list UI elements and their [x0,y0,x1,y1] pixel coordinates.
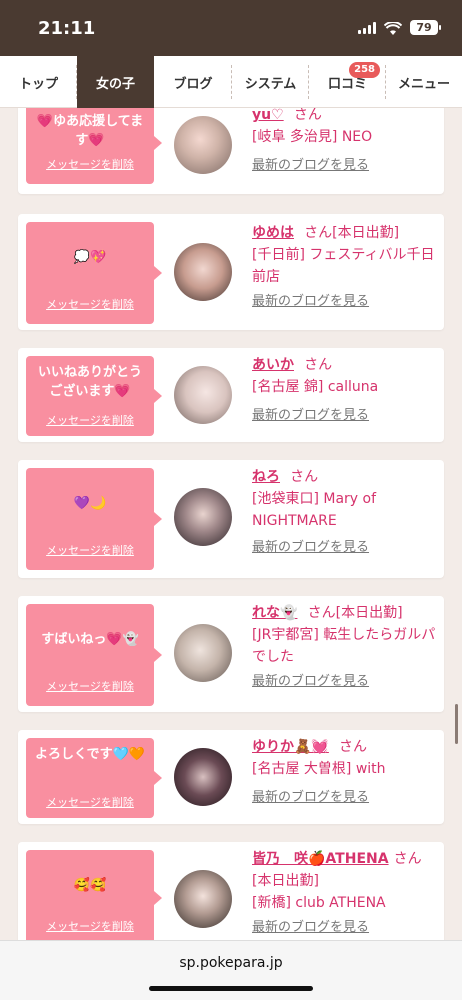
girl-name[interactable]: 皆乃 咲🍎ATHENA [252,851,389,867]
latest-blog-link[interactable]: 最新のブログを見る [252,788,438,808]
message-text: すばいねっ💗👻 [41,632,139,647]
message-text: いいねありがとうございます💗 [37,365,142,399]
url-text[interactable]: sp.pokepara.jp [0,955,462,971]
tab-top[interactable]: トップ [0,56,77,108]
shop-name: [JR宇都宮] 転生したらガルパでした [252,627,436,665]
latest-blog-link[interactable]: 最新のブログを見る [252,292,438,312]
avatar[interactable] [174,870,232,928]
latest-blog-link[interactable]: 最新のブログを見る [252,672,438,692]
clock: 21:11 [38,18,96,39]
status-icons: 79 [358,20,441,35]
tab-girls[interactable]: 女の子 [77,56,154,108]
girl-info: yu♡ さん [岐阜 多治見] NEO 最新のブログを見る [252,108,438,176]
tab-system[interactable]: システム [232,56,309,108]
list-item: 💭💖 メッセージを削除 ゆめは さん[本日出勤] [千日前] フェスティバル千日… [18,214,444,330]
latest-blog-link[interactable]: 最新のブログを見る [252,406,438,426]
list-item: 🥰🥰 メッセージを削除 皆乃 咲🍎ATHENA さん[本日出勤] [新橋] cl… [18,842,444,940]
wifi-icon [383,20,403,35]
latest-blog-link[interactable]: 最新のブログを見る [252,918,438,938]
message-text: 💭💖 [73,250,107,265]
delete-message-link[interactable]: メッセージを削除 [26,918,154,934]
shop-name: [千日前] フェスティバル千日前店 [252,247,435,285]
girl-name[interactable]: れな👻 [252,605,297,621]
girl-info: ゆめは さん[本日出勤] [千日前] フェスティバル千日前店 最新のブログを見る [252,222,438,312]
tab-reviews[interactable]: 口コミ 258 [309,56,386,108]
avatar[interactable] [174,366,232,424]
delete-message-link[interactable]: メッセージを削除 [26,794,154,810]
scrollbar[interactable] [455,704,458,744]
list-item: よろしくです🩵🧡 メッセージを削除 ゆりか🧸💓 さん [名古屋 大曽根] wit… [18,730,444,824]
avatar[interactable] [174,748,232,806]
signal-icon [358,21,376,34]
avatar[interactable] [174,116,232,174]
reviews-count-badge: 258 [349,62,380,78]
browser-address-bar: sp.pokepara.jp [0,940,462,1000]
list-item: いいねありがとうございます💗 メッセージを削除 あいか さん [名古屋 錦] c… [18,348,444,442]
girl-name[interactable]: あいか [252,357,294,373]
girl-info: れな👻 さん[本日出勤] [JR宇都宮] 転生したらガルパでした 最新のブログを… [252,602,438,692]
delete-message-link[interactable]: メッセージを削除 [26,678,154,694]
shop-name: [池袋東口] Mary of NIGHTMARE [252,491,377,529]
list-item: 💜🌙 メッセージを削除 ねろ さん [池袋東口] Mary of NIGHTMA… [18,460,444,578]
delete-message-link[interactable]: メッセージを削除 [26,156,154,172]
girl-name[interactable]: ねろ [252,469,280,485]
girl-info: 皆乃 咲🍎ATHENA さん[本日出勤] [新橋] club ATHENA 最新… [252,848,438,938]
message-text: よろしくです🩵🧡 [35,747,145,762]
message-bubble: 💜🌙 メッセージを削除 [26,468,162,570]
message-text: 🥰🥰 [73,878,107,893]
tab-blog[interactable]: ブログ [154,56,232,108]
girl-info: あいか さん [名古屋 錦] calluna 最新のブログを見る [252,354,438,426]
latest-blog-link[interactable]: 最新のブログを見る [252,538,438,558]
girl-info: ねろ さん [池袋東口] Mary of NIGHTMARE 最新のブログを見る [252,466,438,558]
shop-name: [名古屋 錦] calluna [252,379,379,395]
message-list: 💗ゆあ応援してます💗 メッセージを削除 yu♡ さん [岐阜 多治見] NEO … [0,108,462,940]
home-indicator[interactable] [149,986,313,991]
message-bubble: よろしくです🩵🧡 メッセージを削除 [26,738,162,818]
message-text: 💗ゆあ応援してます💗 [36,114,144,148]
message-bubble: 🥰🥰 メッセージを削除 [26,850,162,940]
message-bubble: 💭💖 メッセージを削除 [26,222,162,324]
list-item: すばいねっ💗👻 メッセージを削除 れな👻 さん[本日出勤] [JR宇都宮] 転生… [18,596,444,712]
message-bubble: すばいねっ💗👻 メッセージを削除 [26,604,162,706]
list-item: 💗ゆあ応援してます💗 メッセージを削除 yu♡ さん [岐阜 多治見] NEO … [18,108,444,194]
avatar[interactable] [174,243,232,301]
girl-info: ゆりか🧸💓 さん [名古屋 大曽根] with 最新のブログを見る [252,736,438,808]
tab-menu[interactable]: メニュー [386,56,462,108]
latest-blog-link[interactable]: 最新のブログを見る [252,156,438,176]
message-text: 💜🌙 [73,496,107,511]
girl-name[interactable]: yu♡ [252,108,284,123]
delete-message-link[interactable]: メッセージを削除 [26,412,154,428]
delete-message-link[interactable]: メッセージを削除 [26,296,154,312]
status-bar: 21:11 79 [0,0,462,56]
message-bubble: いいねありがとうございます💗 メッセージを削除 [26,356,162,436]
shop-name: [岐阜 多治見] NEO [252,129,373,145]
shop-name: [名古屋 大曽根] with [252,761,386,777]
avatar[interactable] [174,624,232,682]
girl-name[interactable]: ゆりか🧸💓 [252,739,329,755]
battery-icon: 79 [410,20,441,35]
avatar[interactable] [174,488,232,546]
message-bubble: 💗ゆあ応援してます💗 メッセージを削除 [26,108,162,184]
main-nav: トップ 女の子 ブログ システム 口コミ 258 メニュー [0,56,462,108]
shop-name: [新橋] club ATHENA [252,895,386,911]
girl-name[interactable]: ゆめは [252,225,294,241]
delete-message-link[interactable]: メッセージを削除 [26,542,154,558]
